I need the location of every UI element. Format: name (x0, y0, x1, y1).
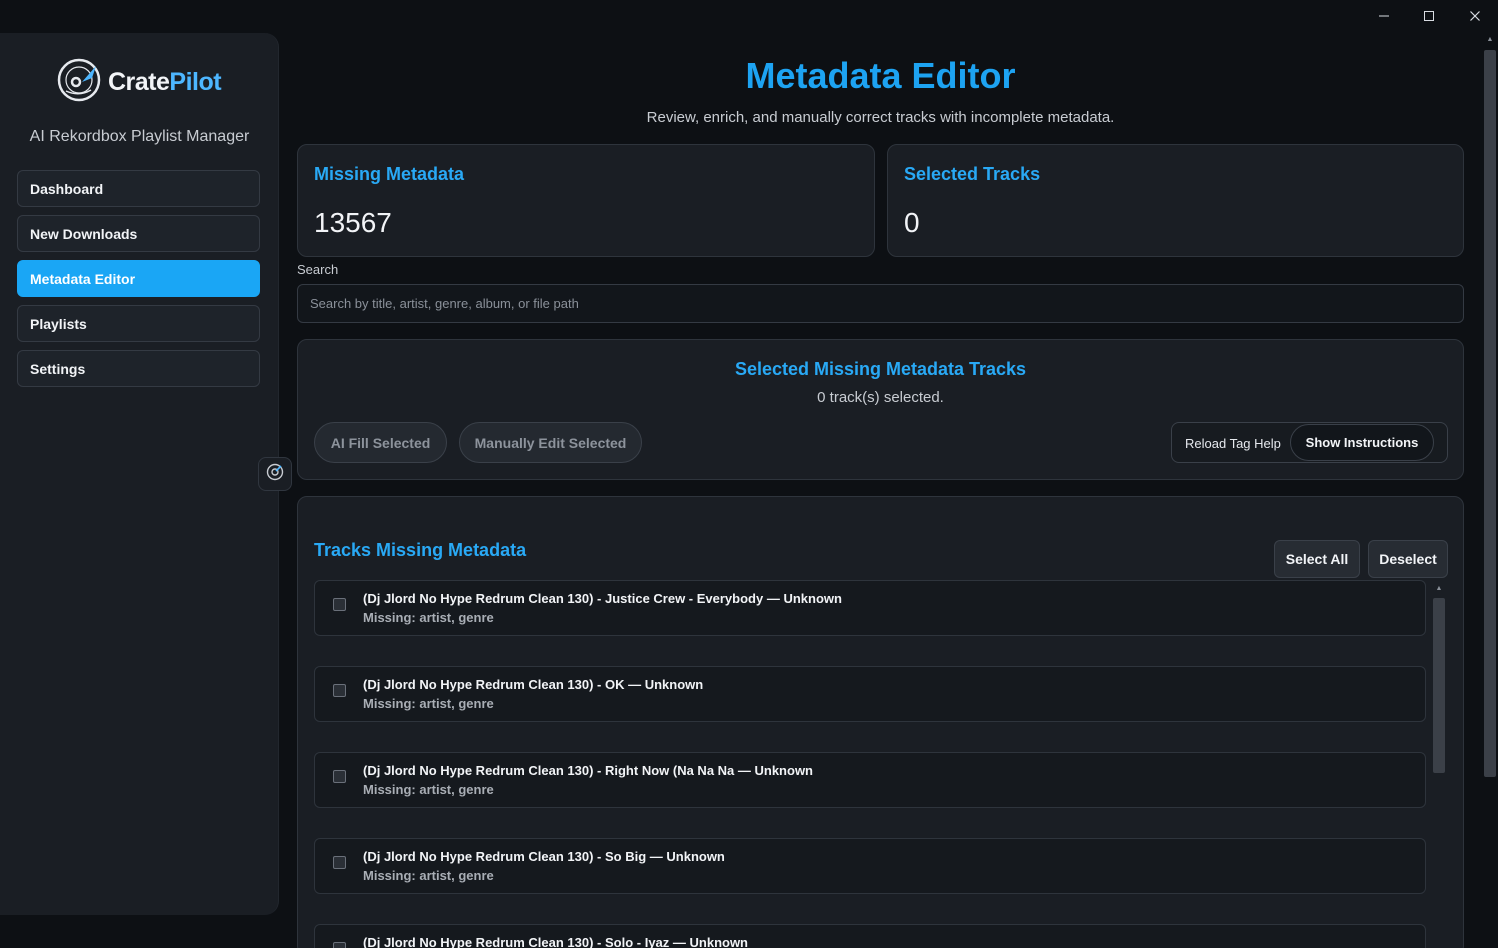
close-icon[interactable] (1464, 6, 1486, 26)
vinyl-record-icon (56, 57, 102, 108)
sidebar-nav: Dashboard New Downloads Metadata Editor … (17, 170, 260, 395)
missing-metadata-card: Missing Metadata 13567 (297, 144, 875, 257)
logo-text: CratePilot (108, 68, 222, 96)
app-window: CratePilot AI Rekordbox Playlist Manager… (0, 0, 1498, 948)
selected-tracks-value: 0 (904, 207, 920, 238)
tracks-panel-title: Tracks Missing Metadata (314, 540, 527, 560)
sidebar-item-new-downloads[interactable]: New Downloads (17, 215, 260, 252)
reload-tag-help-button[interactable]: Reload Tag Help (1185, 436, 1281, 451)
track-checkbox[interactable] (333, 856, 346, 869)
sidebar-collapse-button[interactable] (258, 457, 292, 491)
track-row[interactable]: (Dj Jlord No Hype Redrum Clean 130) - OK… (314, 666, 1426, 722)
page-subtitle: Review, enrich, and manually correct tra… (646, 109, 1115, 126)
disc-icon (266, 463, 284, 486)
selection-count: 0 track(s) selected. (817, 389, 944, 406)
scroll-up-arrow-icon[interactable]: ▲ (1484, 36, 1496, 46)
search-input[interactable] (297, 284, 1464, 323)
selection-panel: Selected Missing Metadata Tracks 0 track… (297, 339, 1464, 480)
track-missing-fields: Missing: artist, genre (363, 782, 494, 797)
missing-metadata-label: Missing Metadata (314, 164, 465, 184)
tracks-panel: Tracks Missing Metadata Select All Desel… (297, 496, 1464, 948)
selected-tracks-label: Selected Tracks (904, 164, 1041, 184)
app-logo: CratePilot (56, 57, 222, 108)
manually-edit-selected-button[interactable]: Manually Edit Selected (459, 422, 642, 463)
sidebar-item-playlists[interactable]: Playlists (17, 305, 260, 342)
track-title: (Dj Jlord No Hype Redrum Clean 130) - So… (363, 849, 725, 864)
track-row[interactable]: (Dj Jlord No Hype Redrum Clean 130) - Ri… (314, 752, 1426, 808)
track-row[interactable]: (Dj Jlord No Hype Redrum Clean 130) - So… (314, 838, 1426, 894)
track-title: (Dj Jlord No Hype Redrum Clean 130) - Ri… (363, 763, 813, 778)
track-row[interactable]: (Dj Jlord No Hype Redrum Clean 130) - Ju… (314, 580, 1426, 636)
track-missing-fields: Missing: artist, genre (363, 610, 494, 625)
minimize-icon[interactable] (1373, 6, 1395, 26)
track-title: (Dj Jlord No Hype Redrum Clean 130) - So… (363, 935, 748, 948)
sidebar-item-metadata-editor[interactable]: Metadata Editor (17, 260, 260, 297)
sidebar-item-settings[interactable]: Settings (17, 350, 260, 387)
track-checkbox[interactable] (333, 684, 346, 697)
search-label: Search (297, 262, 339, 277)
selection-panel-title: Selected Missing Metadata Tracks (734, 359, 1027, 379)
show-instructions-button[interactable]: Show Instructions (1290, 424, 1434, 461)
tag-help-group: Reload Tag Help Show Instructions (1171, 422, 1448, 463)
maximize-icon[interactable] (1418, 6, 1440, 26)
scroll-up-arrow-icon[interactable]: ▲ (1434, 585, 1444, 593)
track-missing-fields: Missing: artist, genre (363, 696, 494, 711)
selected-tracks-card: Selected Tracks 0 (887, 144, 1464, 257)
track-missing-fields: Missing: artist, genre (363, 868, 494, 883)
sidebar: CratePilot AI Rekordbox Playlist Manager… (0, 33, 279, 915)
track-checkbox[interactable] (333, 770, 346, 783)
track-checkbox[interactable] (333, 598, 346, 611)
track-title: (Dj Jlord No Hype Redrum Clean 130) - OK… (363, 677, 704, 692)
missing-metadata-value: 13567 (314, 207, 392, 238)
ai-fill-selected-button[interactable]: AI Fill Selected (314, 422, 447, 463)
track-row[interactable]: (Dj Jlord No Hype Redrum Clean 130) - So… (314, 924, 1426, 948)
select-all-button[interactable]: Select All (1274, 540, 1360, 578)
tracks-scrollbar[interactable] (1433, 598, 1445, 773)
sidebar-item-dashboard[interactable]: Dashboard (17, 170, 260, 207)
page-title: Metadata Editor (745, 55, 1016, 96)
page-scrollbar[interactable] (1484, 50, 1496, 777)
track-title: (Dj Jlord No Hype Redrum Clean 130) - Ju… (363, 591, 842, 606)
app-subtitle: AI Rekordbox Playlist Manager (29, 128, 250, 145)
deselect-button[interactable]: Deselect (1368, 540, 1448, 578)
track-checkbox[interactable] (333, 942, 346, 948)
